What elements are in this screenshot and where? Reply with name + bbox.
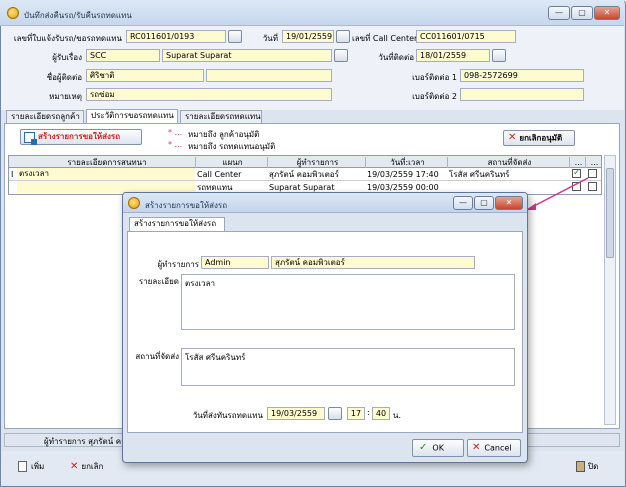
maximize-button[interactable]: ▢ [571,6,593,20]
callcenter-label: เลขที่ Call Center [352,34,418,43]
time-colon: : [367,408,370,417]
add-label: เพิ่ม [31,462,45,471]
close-label: ปิด [588,462,599,471]
document-add-icon [24,131,37,145]
notifier-code-field[interactable]: SCC [86,49,160,62]
dialog-detail-textarea[interactable]: ตรงเวลา [181,274,515,330]
cancel-label: Cancel [484,443,512,453]
dialog-app-icon [128,197,140,209]
request-no-field[interactable]: RC011601/0193 [126,30,226,43]
request-no-label: เลขที่ใบแจ้งรับรถ/ขอรถทดแทน [13,34,122,43]
app-icon [7,7,19,19]
tab-replacement-history[interactable]: ประวัติการขอรถทดแทน [86,109,178,123]
contact-name-label: ชื่อผู้ติดต่อ [46,73,82,82]
search-notifier-icon[interactable] [334,49,348,62]
minute-unit: น. [393,411,402,420]
x-icon: ✕ [508,132,517,143]
row-datetime: 19/03/2559 17:40 [367,170,439,179]
date-label: วันที่ [262,34,278,43]
contact-date-field[interactable]: 18/01/2559 [416,49,490,62]
dialog-minute-field[interactable]: 40 [372,407,390,420]
date-field[interactable]: 19/01/2559 [282,30,334,43]
remark-label: หมายเหตุ [49,92,82,101]
exit-door-icon [576,461,585,472]
dialog-close-button[interactable]: ✕ [495,196,523,210]
dialog-place-label: สถานที่จัดส่ง [135,352,179,361]
dialog-title: สร้างรายการขอให้ส่งรถ [145,201,228,210]
dialog-user-label: ผู้ทำรายการ [157,260,199,269]
calendar-icon[interactable] [336,30,350,43]
notifier-label: ผู้รับเรื่อง [52,53,82,62]
window-title: บันทึกส่งคืนรถ/รับคืนรถทดแทน [24,11,132,20]
history-grid: รายละเอียดการสนทนา แผนก ผู้ทำรายการ วันท… [8,155,602,195]
remark-field[interactable]: รถซ่อม [86,88,332,101]
tab-replacement-car[interactable]: รายละเอียดรถทดแทน [180,110,262,123]
col-detail[interactable]: รายละเอียดการสนทนา [17,157,195,168]
phone2-label: เบอร์ติดต่อ 2 [412,92,457,101]
dialog-tab[interactable]: สร้างรายการขอให้ส่งรถ [129,217,225,231]
notifier-name-field[interactable]: Suparat Suparat [162,49,332,62]
add-button[interactable]: เพิ่ม [18,460,44,473]
tab-customer-car[interactable]: รายละเอียดรถลูกค้า [6,110,84,123]
col-check1[interactable]: ... [569,157,585,168]
check-icon: ✓ [419,442,428,453]
cancel-button[interactable]: ✕ ยกเลิก [70,460,103,473]
dialog-user-code[interactable]: Admin [201,256,269,269]
create-request-label: สร้างรายการขอให้ส่งรถ [38,132,121,141]
phone1-field[interactable]: 098-2572699 [460,69,584,82]
contact-date-label: วันที่ติดต่อ [378,53,414,62]
annotation-arrow [526,177,589,210]
dialog-minimize-button[interactable]: — [453,196,473,210]
minimize-button[interactable]: — [548,6,570,20]
row-detail: ตรงเวลา [17,168,195,180]
dialog-ok-button[interactable]: ✓ OK [412,439,464,457]
dialog-detail-label: รายละเอียด [138,277,179,286]
row-cursor-icon: I [11,170,14,179]
col-datetime[interactable]: วันที่:เวลา [365,157,447,168]
contact-calendar-icon[interactable] [492,49,506,62]
cancel-approval-label: ยกเลิกอนุมัติ [519,133,563,143]
new-document-icon [18,461,27,472]
contact-name-field[interactable]: ศิริชาติ [86,69,204,82]
dialog-date-field[interactable]: 19/03/2559 [267,407,325,420]
phone1-label: เบอร์ติดต่อ 1 [412,73,457,82]
dialog-maximize-button[interactable]: ▢ [474,196,494,210]
dialog-user-name[interactable]: สุภรัตน์ คอมพิวเตอร์ [271,256,475,269]
status-text: ผู้ทำรายการ สุภรัตน์ คอ [44,437,126,446]
scrollbar-thumb[interactable] [606,168,614,258]
cancel-x-icon: ✕ [70,461,79,472]
callcenter-field[interactable]: CC011601/0715 [416,30,516,43]
ok-label: OK [432,443,444,453]
phone2-field[interactable] [460,88,584,101]
row-user: สุภรัตน์ คอมพิวเตอร์ [269,170,339,179]
close-button[interactable]: ปิด [576,460,598,473]
legend-mark-2: * ... [168,140,183,149]
legend-mark-1: * ... [168,128,183,137]
cancel-approval-button[interactable]: ✕ ยกเลิกอนุมัติ [503,130,575,146]
row-dept: Call Center [197,170,242,179]
create-request-dialog: สร้างรายการขอให้ส่งรถ — ▢ ✕ สร้างรายการข… [122,192,528,463]
create-request-button[interactable]: สร้างรายการขอให้ส่งรถ [20,129,142,145]
dialog-hour-field[interactable]: 17 [347,407,365,420]
dialog-calendar-icon[interactable] [328,407,342,420]
search-request-icon[interactable] [228,30,242,43]
dialog-cancel-button[interactable]: ✕ Cancel [467,439,521,457]
cancel-x-icon: ✕ [472,442,481,453]
dialog-place-textarea[interactable]: โรสัส ศรีนครินทร์ [181,348,515,386]
vertical-scrollbar[interactable] [604,155,616,425]
col-user[interactable]: ผู้ทำรายการ [267,157,365,168]
legend-replacement-approved: หมายถึง รถทดแทนอนุมัติ [188,142,276,151]
dialog-date-label: วันที่ส่งทันรถทดแทน [192,411,263,420]
table-row[interactable]: I ตรงเวลา Call Center สุภรัตน์ คอมพิวเตอ… [9,168,601,181]
col-dept[interactable]: แผนก [195,157,267,168]
cancel-label: ยกเลิก [81,462,104,471]
col-check2[interactable]: ... [585,157,601,168]
contact-extra-field[interactable] [206,69,332,82]
col-place[interactable]: สถานที่จัดส่ง [447,157,569,168]
close-window-button[interactable]: ✕ [594,6,620,20]
